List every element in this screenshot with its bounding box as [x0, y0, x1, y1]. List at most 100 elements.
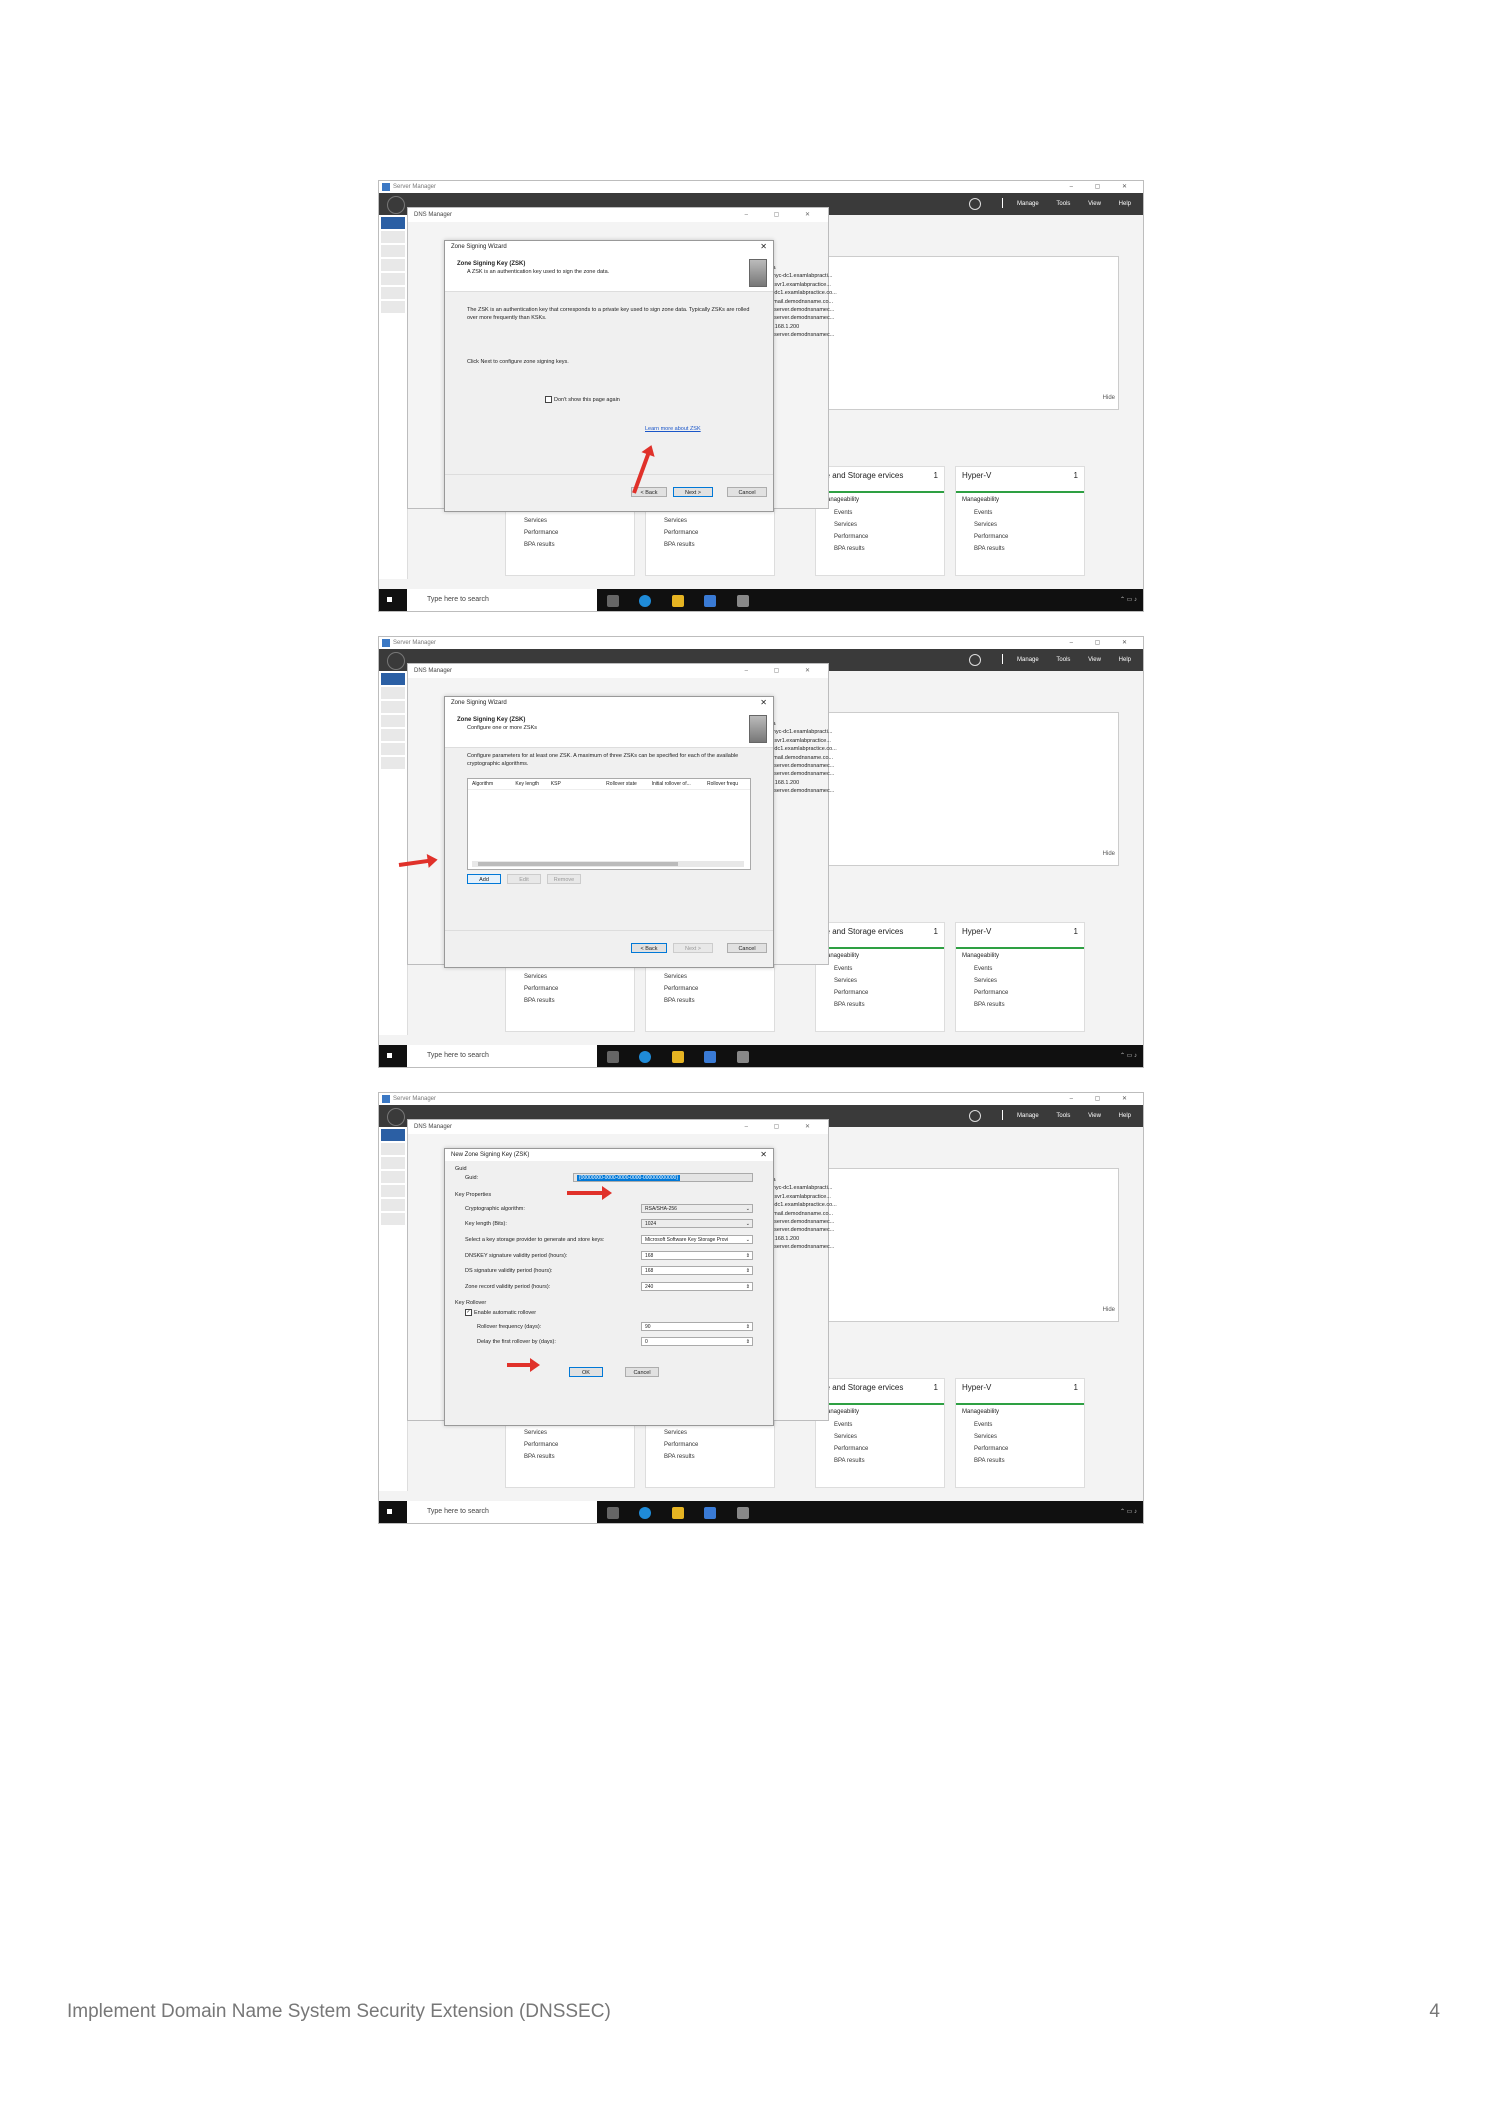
sidebar-item-hyperv[interactable] [381, 1213, 405, 1225]
sidebar-item-dashboard[interactable] [381, 673, 405, 685]
spinner-icon[interactable]: ⇕ [746, 1283, 750, 1292]
file-explorer-icon[interactable] [671, 1051, 684, 1063]
tile-events[interactable]: Events [956, 507, 1084, 519]
sidebar-item-dashboard[interactable] [381, 217, 405, 229]
taskbar-search[interactable]: Type here to search [407, 589, 597, 611]
sidebar-item-dns[interactable] [381, 1185, 405, 1197]
tile-performance[interactable]: Performance [816, 1443, 944, 1455]
window-controls[interactable]: – ▢ ✕ [745, 208, 822, 222]
col-key-length[interactable]: Key length [511, 779, 545, 789]
sidebar-item-ad[interactable] [381, 259, 405, 271]
list-item[interactable]: nyc-dc1.examlabpractice.co... [764, 745, 854, 753]
tile-services[interactable]: Services [956, 1431, 1084, 1443]
tile-services[interactable]: Services [816, 975, 944, 987]
refresh-icon[interactable] [969, 198, 981, 210]
list-item[interactable]: 10] mail.demodnsname.co... [764, 754, 854, 762]
sidebar-item-local[interactable] [381, 1143, 405, 1155]
sidebar-item-dns[interactable] [381, 273, 405, 285]
col-rollover-frequency[interactable]: Rollover frequ [703, 779, 747, 789]
list-item[interactable]: webserver.demodnsnamec... [764, 762, 854, 770]
refresh-icon[interactable] [969, 654, 981, 666]
tile-performance[interactable]: Performance [646, 983, 774, 995]
list-item[interactable]: nyc-dc1.examlabpractice.co... [764, 1201, 854, 1209]
tile-bpa[interactable]: BPA results [956, 543, 1084, 555]
tile-services[interactable]: Services [506, 971, 634, 983]
list-item[interactable]: 192.168.1.200 [764, 779, 854, 787]
sidebar-item-dashboard[interactable] [381, 1129, 405, 1141]
tile-manageability[interactable]: Manageability [816, 493, 944, 507]
next-button[interactable]: Next > [673, 943, 713, 953]
tile-performance[interactable]: Performance [506, 1439, 634, 1451]
list-item[interactable]: webserver.demodnsnamec... [764, 1226, 854, 1234]
tile-services[interactable]: Services [646, 971, 774, 983]
list-item[interactable]: 192.168.1.200 [764, 1235, 854, 1243]
list-item[interactable]: 11] nyc-dc1.examlabpracti... [764, 1184, 854, 1192]
edit-button[interactable]: Edit [507, 874, 541, 884]
cancel-button[interactable]: Cancel [727, 943, 767, 953]
spinner-icon[interactable]: ⇕ [746, 1252, 750, 1261]
tile-services[interactable]: Services [956, 519, 1084, 531]
menu-manage[interactable]: Manage [1017, 657, 1039, 663]
tile-performance[interactable]: Performance [956, 1443, 1084, 1455]
sidebar-item-all[interactable] [381, 1157, 405, 1169]
system-tray[interactable]: ⌃ ▭ ♪ [1120, 1052, 1137, 1059]
dnskey-validity-input[interactable]: 168 ⇕ [641, 1251, 753, 1260]
sidebar-item-local[interactable] [381, 687, 405, 699]
tile-bpa[interactable]: BPA results [506, 995, 634, 1007]
spinner-icon[interactable]: ⇕ [746, 1323, 750, 1332]
system-tray[interactable]: ⌃ ▭ ♪ [1120, 1508, 1137, 1515]
list-item[interactable]: 10] mail.demodnsname.co... [764, 298, 854, 306]
zsk-list[interactable]: Algorithm Key length KSP Rollover state … [467, 778, 751, 870]
sidebar-item-file[interactable] [381, 1199, 405, 1211]
back-button[interactable]: < Back [631, 943, 667, 953]
sidebar-item-dns[interactable] [381, 729, 405, 741]
window-controls[interactable]: – ▢ ✕ [1070, 637, 1137, 649]
tile-events[interactable]: Events [816, 1419, 944, 1431]
menu-help[interactable]: Help [1119, 1113, 1131, 1119]
rollover-frequency-input[interactable]: 90 ⇕ [641, 1322, 753, 1331]
list-item[interactable]: webserver.demodnsnamec... [764, 331, 854, 339]
tile-performance[interactable]: Performance [506, 983, 634, 995]
dns-taskbar-icon[interactable] [736, 1507, 749, 1519]
ds-validity-input[interactable]: 168 ⇕ [641, 1266, 753, 1275]
menu-manage[interactable]: Manage [1017, 1113, 1039, 1119]
tile-services[interactable]: Services [816, 1431, 944, 1443]
tile-manageability[interactable]: Manageability [956, 1405, 1084, 1419]
remove-button[interactable]: Remove [547, 874, 581, 884]
enable-rollover-checkbox[interactable]: ✓ Enable automatic rollover [465, 1309, 536, 1317]
menu-tools[interactable]: Tools [1056, 201, 1070, 207]
tile-performance[interactable]: Performance [646, 527, 774, 539]
list-item[interactable]: nyc-svr1.examlabpractice... [764, 737, 854, 745]
tile-services[interactable]: Services [956, 975, 1084, 987]
tile-bpa[interactable]: BPA results [646, 539, 774, 551]
task-view-icon[interactable] [607, 1051, 619, 1063]
tile-performance[interactable]: Performance [646, 1439, 774, 1451]
window-controls[interactable]: – ▢ ✕ [1070, 1093, 1137, 1105]
tile-hyperv[interactable]: Hyper-V 1 Manageability Events Services P… [955, 922, 1085, 1032]
back-icon[interactable] [387, 196, 405, 214]
col-initial-rollover[interactable]: Initial rollover of... [648, 779, 702, 789]
col-rollover-state[interactable]: Rollover state [602, 779, 646, 789]
menu-view[interactable]: View [1088, 201, 1101, 207]
edge-icon[interactable] [639, 595, 652, 607]
tile-services[interactable]: Services [506, 1427, 634, 1439]
sidebar-item-local[interactable] [381, 231, 405, 243]
dns-taskbar-icon[interactable] [736, 1051, 749, 1063]
list-item[interactable]: 11] nyc-dc1.examlabpracti... [764, 728, 854, 736]
delay-rollover-input[interactable]: 0 ⇕ [641, 1337, 753, 1346]
spinner-icon[interactable]: ⇕ [746, 1338, 750, 1347]
cancel-button[interactable]: Cancel [727, 487, 767, 497]
checkbox-icon[interactable] [545, 396, 552, 404]
cancel-button[interactable]: Cancel [625, 1367, 659, 1377]
tile-bpa[interactable]: BPA results [816, 543, 944, 555]
list-item[interactable]: nyc-dc1.examlabpractice.co... [764, 289, 854, 297]
crypto-algorithm-select[interactable]: RSA/SHA-256 ⌄ [641, 1204, 753, 1213]
tile-performance[interactable]: Performance [816, 987, 944, 999]
tile-file-storage[interactable]: ile and Storage ervices 1 Manageability E… [815, 466, 945, 576]
close-icon[interactable]: ✕ [760, 1149, 767, 1161]
hide-link[interactable]: Hide [1103, 1307, 1115, 1313]
tile-performance[interactable]: Performance [816, 531, 944, 543]
tile-manageability[interactable]: Manageability [816, 1405, 944, 1419]
task-view-icon[interactable] [607, 595, 619, 607]
tile-services[interactable]: Services [646, 515, 774, 527]
